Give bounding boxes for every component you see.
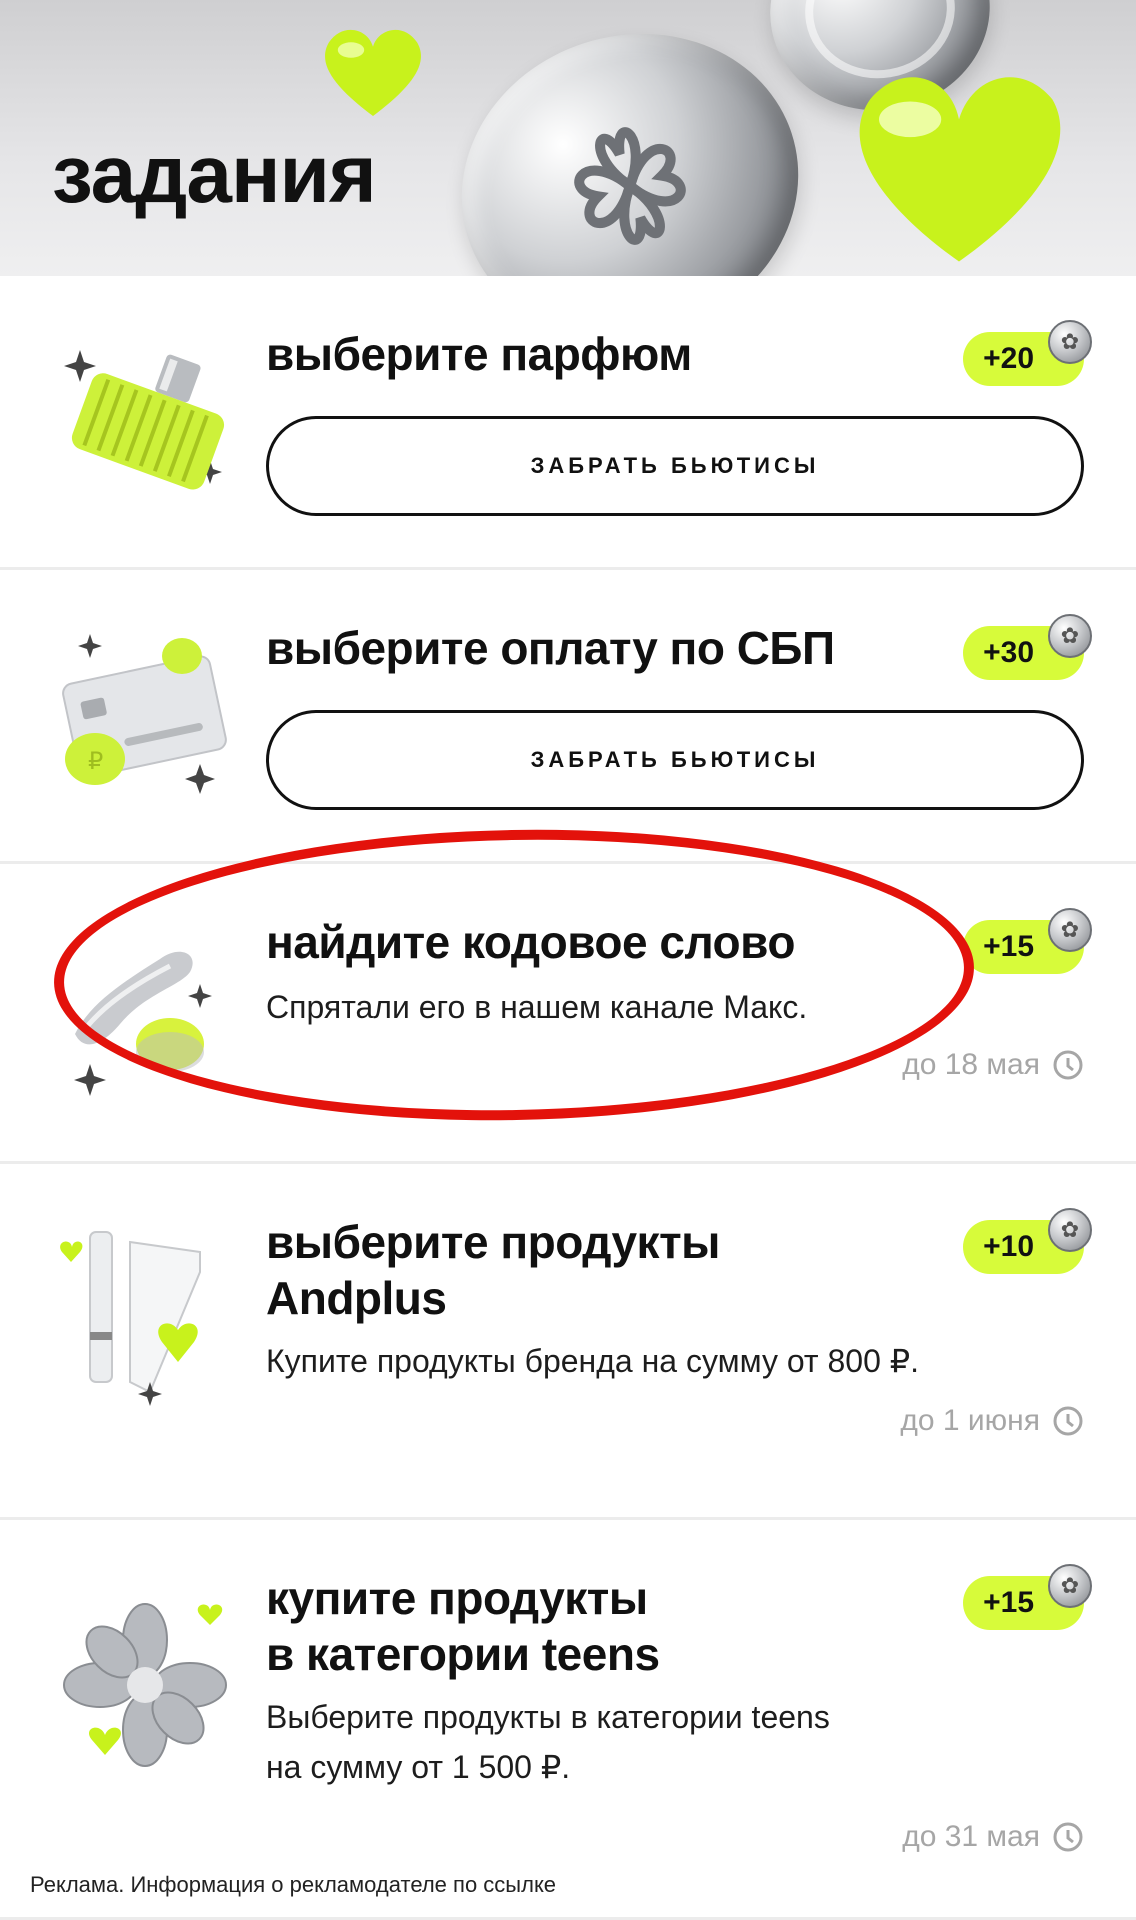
task-description: Выберите продукты в категории teens на с… bbox=[266, 1699, 830, 1785]
deadline: до 18 мая bbox=[902, 1048, 1084, 1082]
reward-badge: +20 ✿ bbox=[963, 320, 1092, 386]
task-title: найдите кодовое слово bbox=[266, 916, 795, 968]
task-title: выберите продукты Andplus bbox=[266, 1216, 720, 1324]
task-card[interactable]: выберите продукты Andplus Купите продукт… bbox=[0, 1164, 1136, 1520]
heart-icon bbox=[325, 29, 421, 117]
deadline: до 31 мая bbox=[902, 1820, 1084, 1854]
task-card[interactable]: купите продукты в категории teens Выбери… bbox=[0, 1520, 1136, 1920]
coin-icon: ✿ bbox=[1048, 1208, 1092, 1252]
reward-badge: +15 ✿ bbox=[963, 908, 1092, 974]
perfume-icon bbox=[64, 350, 225, 490]
coin-icon: ✿ bbox=[1048, 614, 1092, 658]
task-title: выберите парфюм bbox=[266, 328, 692, 380]
header-banner: задания bbox=[0, 0, 1136, 276]
svg-text:₽: ₽ bbox=[88, 747, 103, 775]
task-title: купите продукты в категории teens bbox=[266, 1572, 660, 1680]
claim-button[interactable]: ЗАБРАТЬ БЬЮТИСЫ bbox=[266, 710, 1084, 810]
heart-icon bbox=[859, 77, 1061, 262]
task-card[interactable]: найдите кодовое слово Спрятали его в наш… bbox=[0, 864, 1136, 1164]
task-title: выберите оплату по СБП bbox=[266, 622, 835, 674]
task-card: ₽ выберите оплату по СБП +30 ✿ ЗАБРАТЬ Б… bbox=[0, 570, 1136, 864]
reward-badge: +15 ✿ bbox=[963, 1564, 1092, 1630]
claim-button[interactable]: ЗАБРАТЬ БЬЮТИСЫ bbox=[266, 416, 1084, 516]
reward-badge: +30 ✿ bbox=[963, 614, 1092, 680]
ad-disclaimer[interactable]: Реклама. Информация о рекламодателе по с… bbox=[30, 1872, 556, 1898]
spatula-icon bbox=[74, 951, 212, 1096]
task-list: выберите парфюм +20 ✿ ЗАБРАТЬ БЬЮТИСЫ ₽ … bbox=[0, 276, 1136, 1920]
tube-icon bbox=[60, 1231, 201, 1406]
flower-icon bbox=[63, 1603, 227, 1767]
page-title: задания bbox=[52, 129, 377, 220]
reward-badge: +10 ✿ bbox=[963, 1208, 1092, 1274]
coin-icon: ✿ bbox=[1048, 320, 1092, 364]
deadline: до 1 июня bbox=[900, 1404, 1084, 1438]
clock-icon bbox=[1053, 1822, 1083, 1852]
clock-icon bbox=[1053, 1406, 1083, 1436]
coin-icon: ✿ bbox=[1048, 908, 1092, 952]
card-icon: ₽ bbox=[62, 634, 227, 794]
coin-icon: ✿ bbox=[1048, 1564, 1092, 1608]
task-description: Спрятали его в нашем канале Макс. bbox=[266, 989, 808, 1025]
task-card: выберите парфюм +20 ✿ ЗАБРАТЬ БЬЮТИСЫ bbox=[0, 276, 1136, 570]
task-description: Купите продукты бренда на сумму от 800 ₽… bbox=[266, 1343, 919, 1379]
clock-icon bbox=[1053, 1050, 1083, 1080]
